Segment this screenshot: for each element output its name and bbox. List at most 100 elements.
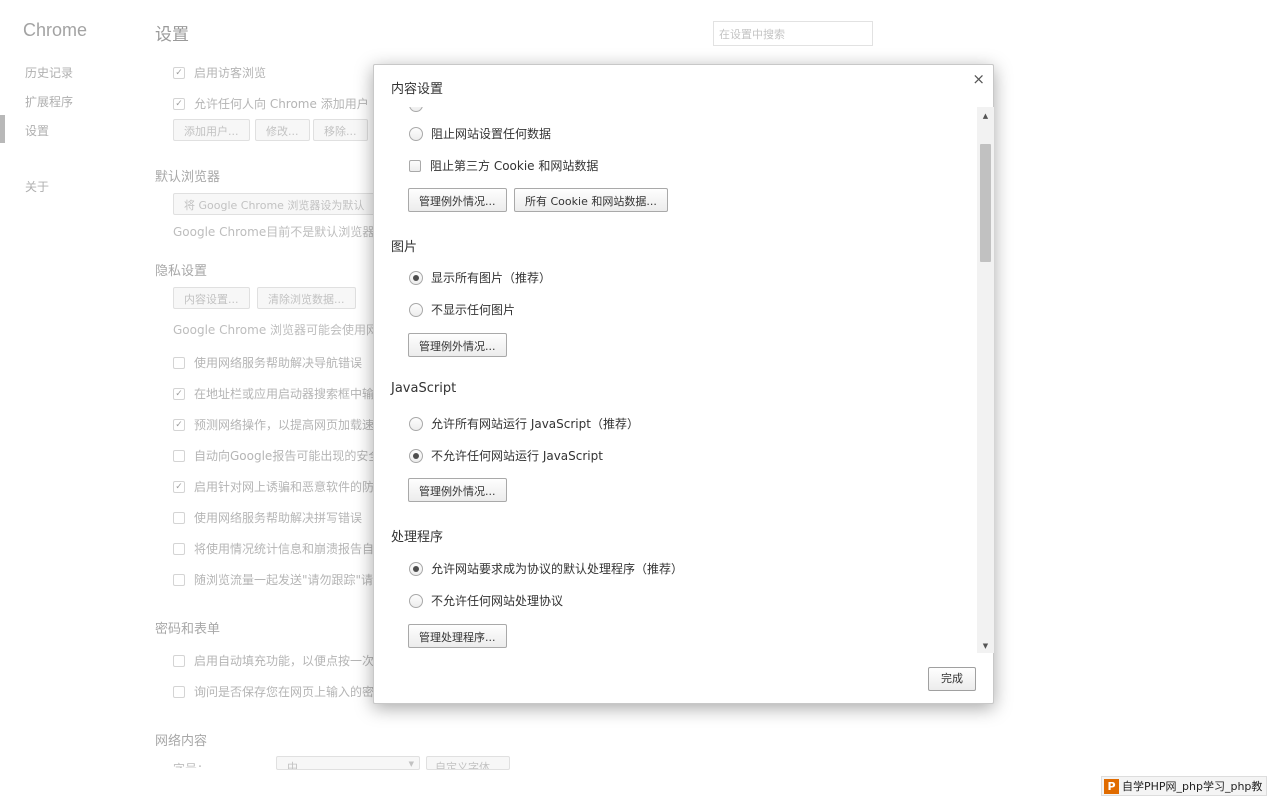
hide-images-label: 不显示任何图片: [431, 303, 516, 317]
nav-item-extensions[interactable]: 扩展程序: [25, 93, 73, 110]
content-settings-button[interactable]: 内容设置...: [173, 287, 250, 309]
watermark-text: 自学PHP网_php学习_php教: [1122, 780, 1263, 793]
remove-user-button[interactable]: 移除...: [313, 119, 368, 141]
save-password-option[interactable]: 询问是否保存您在网页上输入的密: [173, 683, 374, 700]
radio-button-selected[interactable]: [409, 270, 423, 285]
privacy-option[interactable]: ✓ 启用针对网上诱骗和恶意软件的防: [173, 478, 374, 495]
content-settings-dialog: 内容设置 × 阻止网站设置任何数据 阻止第三方 Cookie 和网站数据 管理例…: [373, 64, 994, 704]
nav-item-history[interactable]: 历史记录: [25, 64, 73, 81]
php-logo-icon: P: [1104, 778, 1119, 794]
allow-handlers-option[interactable]: 允许网站要求成为协议的默认处理程序（推荐）: [409, 560, 683, 577]
brand-title: Chrome: [23, 20, 88, 40]
web-content-title: 网络内容: [155, 734, 208, 749]
checkbox-checked[interactable]: ✓: [173, 480, 185, 493]
radio-button-selected[interactable]: [409, 561, 423, 576]
scrollbar-thumb[interactable]: [980, 144, 991, 262]
hide-images-option[interactable]: 不显示任何图片: [409, 301, 515, 318]
vertical-scrollbar[interactable]: ▲ ▼: [977, 107, 994, 653]
privacy-option[interactable]: 将使用情况统计信息和崩溃报告自: [173, 540, 374, 557]
add-user-button[interactable]: 添加用户...: [173, 119, 250, 141]
checkbox[interactable]: [173, 449, 185, 462]
privacy-option[interactable]: 随浏览流量一起发送"请勿跟踪"请: [173, 571, 373, 588]
allow-javascript-option[interactable]: 允许所有网站运行 JavaScript（推荐）: [409, 415, 639, 432]
block-javascript-option[interactable]: 不允许任何网站运行 JavaScript: [409, 447, 603, 464]
checkbox-checked[interactable]: ✓: [173, 66, 185, 79]
watermark: P 自学PHP网_php学习_php教: [1101, 776, 1268, 796]
search-input[interactable]: 在设置中搜索: [713, 21, 873, 46]
checkbox[interactable]: [173, 356, 185, 369]
privacy-option-label: 使用网络服务帮助解决拼写错误: [194, 511, 363, 525]
customize-fonts-button[interactable]: 自定义字体...: [426, 756, 510, 770]
block-javascript-label: 不允许任何网站运行 JavaScript: [431, 449, 603, 463]
checkbox[interactable]: [173, 685, 185, 698]
autofill-option[interactable]: 启用自动填充功能，以便点按一次: [173, 652, 374, 669]
font-size-select[interactable]: 中 ▼: [276, 756, 420, 770]
save-password-label: 询问是否保存您在网页上输入的密: [194, 685, 375, 699]
block-third-party-option[interactable]: 阻止第三方 Cookie 和网站数据: [409, 157, 598, 174]
images-exceptions-button[interactable]: 管理例外情况...: [408, 333, 507, 357]
done-button[interactable]: 完成: [928, 667, 976, 691]
privacy-option[interactable]: 使用网络服务帮助解决导航错误: [173, 354, 362, 371]
all-cookies-button[interactable]: 所有 Cookie 和网站数据...: [514, 188, 668, 212]
font-size-label: 字号：: [173, 760, 209, 768]
allow-javascript-label: 允许所有网站运行 JavaScript（推荐）: [431, 417, 639, 431]
privacy-option[interactable]: ✓ 在地址栏或应用启动器搜索框中输: [173, 385, 374, 402]
checkbox-checked[interactable]: ✓: [173, 387, 185, 400]
radio-button[interactable]: [409, 107, 423, 112]
clear-browsing-data-button[interactable]: 清除浏览数据...: [257, 287, 356, 309]
radio-button[interactable]: [409, 126, 423, 141]
privacy-option[interactable]: 自动向Google报告可能出现的安全: [173, 447, 380, 464]
javascript-section-title: JavaScript: [391, 381, 457, 396]
checkbox[interactable]: [173, 654, 185, 667]
nav-item-settings[interactable]: 设置: [25, 122, 49, 139]
checkbox-checked[interactable]: ✓: [173, 418, 185, 431]
block-all-data-label: 阻止网站设置任何数据: [431, 127, 552, 141]
allow-add-user-option[interactable]: ✓ 允许任何人向 Chrome 添加用户: [173, 95, 369, 112]
guest-browsing-label: 启用访客浏览: [194, 66, 267, 80]
cookie-exceptions-button[interactable]: 管理例外情况...: [408, 188, 507, 212]
scroll-up-arrow-icon[interactable]: ▲: [977, 109, 994, 123]
radio-button-selected[interactable]: [409, 448, 423, 463]
scroll-down-arrow-icon[interactable]: ▼: [977, 639, 994, 653]
nav-active-indicator: [0, 115, 5, 143]
privacy-option-label: 随浏览流量一起发送"请勿跟踪"请: [194, 573, 374, 587]
javascript-exceptions-button[interactable]: 管理例外情况...: [408, 478, 507, 502]
manage-handlers-button[interactable]: 管理处理程序...: [408, 624, 507, 648]
block-all-data-option[interactable]: 阻止网站设置任何数据: [409, 125, 551, 142]
checkbox[interactable]: [409, 159, 421, 172]
show-images-option[interactable]: 显示所有图片（推荐）: [409, 269, 551, 286]
autofill-label: 启用自动填充功能，以便点按一次: [194, 654, 375, 668]
default-browser-title: 默认浏览器: [155, 170, 221, 185]
privacy-option-label: 启用针对网上诱骗和恶意软件的防: [194, 480, 375, 494]
privacy-option[interactable]: 使用网络服务帮助解决拼写错误: [173, 509, 362, 526]
default-browser-note: Google Chrome目前不是默认浏览器。: [173, 225, 387, 239]
checkbox-checked[interactable]: ✓: [173, 97, 185, 110]
cookie-option-partial[interactable]: [409, 107, 431, 112]
privacy-option-label: 预测网络操作，以提高网页加载速: [194, 418, 375, 432]
checkbox[interactable]: [173, 573, 185, 586]
radio-button[interactable]: [409, 593, 423, 608]
set-default-browser-button[interactable]: 将 Google Chrome 浏览器设为默认: [173, 193, 376, 215]
radio-button[interactable]: [409, 416, 423, 431]
close-icon[interactable]: ×: [972, 70, 985, 88]
allow-handlers-label: 允许网站要求成为协议的默认处理程序（推荐）: [431, 562, 684, 576]
privacy-option-label: 在地址栏或应用启动器搜索框中输: [194, 387, 375, 401]
radio-button[interactable]: [409, 302, 423, 317]
dialog-scroll-area[interactable]: 阻止网站设置任何数据 阻止第三方 Cookie 和网站数据 管理例外情况... …: [374, 107, 977, 653]
privacy-option-label: 使用网络服务帮助解决导航错误: [194, 356, 363, 370]
privacy-option-label: 自动向Google报告可能出现的安全: [194, 449, 381, 463]
page-title: 设置: [155, 25, 189, 45]
guest-browsing-option[interactable]: ✓ 启用访客浏览: [173, 64, 266, 81]
chevron-down-icon: ▼: [408, 760, 414, 768]
edit-user-button[interactable]: 修改...: [255, 119, 310, 141]
privacy-title: 隐私设置: [155, 264, 208, 279]
font-size-value: 中: [287, 761, 298, 770]
block-handlers-option[interactable]: 不允许任何网站处理协议: [409, 592, 563, 609]
checkbox[interactable]: [173, 542, 185, 555]
allow-add-user-label: 允许任何人向 Chrome 添加用户: [194, 97, 369, 111]
handlers-section-title: 处理程序: [391, 530, 444, 545]
passwords-title: 密码和表单: [155, 622, 221, 637]
privacy-option[interactable]: ✓ 预测网络操作，以提高网页加载速: [173, 416, 374, 433]
checkbox[interactable]: [173, 511, 185, 524]
nav-item-about[interactable]: 关于: [25, 178, 49, 195]
